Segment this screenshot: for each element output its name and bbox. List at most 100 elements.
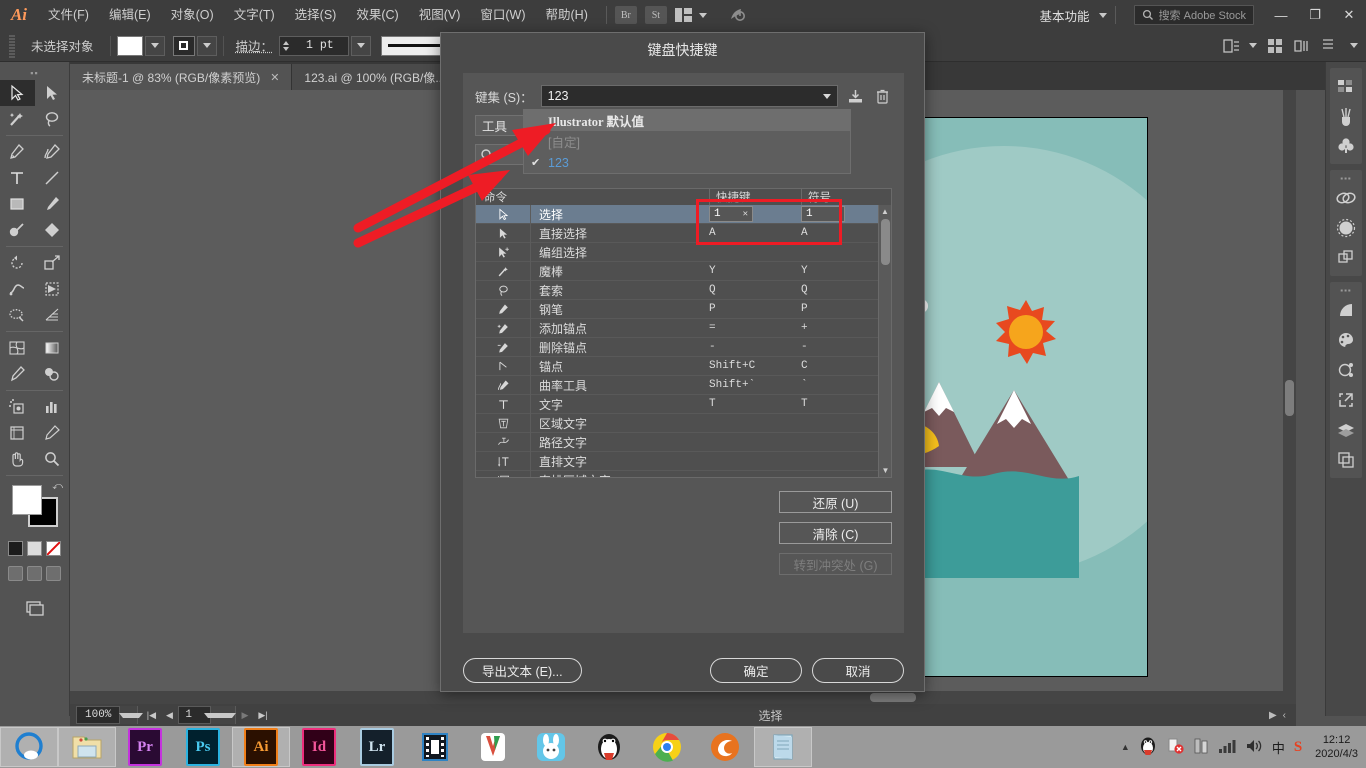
color-guide-panel-icon[interactable] [1330, 355, 1362, 385]
tool-free-transform[interactable] [35, 276, 70, 302]
table-row[interactable]: 直排区域文字 [476, 471, 879, 477]
zoom-level-field[interactable]: 100% [76, 706, 138, 724]
tool-mesh[interactable] [0, 335, 35, 361]
row-symbol[interactable]: Y [801, 265, 877, 277]
chevron-down-icon[interactable] [1350, 43, 1358, 48]
ok-button[interactable]: 确定 [710, 658, 802, 683]
links-panel-icon[interactable] [1330, 183, 1362, 213]
layers-panel-icon[interactable] [1330, 415, 1362, 445]
row-symbol[interactable]: ` [801, 379, 877, 391]
table-row[interactable]: 区域文字 [476, 414, 879, 433]
status-menu-button[interactable]: ▶ [1269, 710, 1277, 721]
scrollbar-thumb[interactable] [881, 219, 890, 265]
tool-curvature[interactable] [35, 139, 70, 165]
tool-shaper[interactable] [0, 217, 35, 243]
keyset-dropdown-list[interactable]: Illustrator 默认值 [自定] ✔ 123 [523, 109, 851, 174]
minimize-button[interactable]: — [1264, 0, 1298, 30]
tool-eyedropper[interactable] [0, 361, 35, 387]
status-resize-handle[interactable]: ‹ [1283, 710, 1286, 721]
table-row[interactable]: 编组选择 [476, 243, 879, 262]
previous-artboard-button[interactable]: ◀ [160, 706, 178, 724]
tool-line-segment[interactable] [35, 165, 70, 191]
draw-normal-icon[interactable] [8, 566, 23, 581]
row-shortcut[interactable]: Shift+C [709, 360, 801, 372]
save-icon[interactable] [846, 86, 865, 106]
artboard[interactable] [908, 117, 1148, 677]
document-setup-icon[interactable] [1223, 38, 1257, 54]
row-shortcut[interactable]: T [709, 398, 801, 410]
tools-panel-grip[interactable]: ▪▪ [0, 66, 69, 80]
export-panel-icon[interactable] [1330, 385, 1362, 415]
artboards-panel-icon[interactable] [1330, 445, 1362, 475]
taskbar-clock[interactable]: 12:12 2020/4/3 [1311, 733, 1358, 761]
network-icon[interactable] [1218, 738, 1236, 757]
table-row[interactable]: 套索 Q Q [476, 281, 879, 300]
row-shortcut[interactable]: P [709, 303, 801, 315]
table-row[interactable]: 文字 T T [476, 395, 879, 414]
tool-rotate[interactable] [0, 250, 35, 276]
document-tab-1[interactable]: 未标题-1 @ 83% (RGB/像素预览) ✕ [70, 64, 292, 90]
swatches-panel-icon[interactable] [1330, 71, 1362, 101]
taskbar-photoshop[interactable]: Ps [174, 727, 232, 767]
trash-icon[interactable] [873, 86, 892, 106]
menu-type[interactable]: 文字(T) [224, 0, 285, 30]
volume-icon[interactable] [1245, 738, 1263, 757]
menu-select[interactable]: 选择(S) [285, 0, 347, 30]
taskbar-chrome[interactable] [638, 727, 696, 767]
canvas-horizontal-scrollbar[interactable] [70, 691, 1296, 704]
scroll-up-icon[interactable]: ▲ [879, 205, 891, 218]
panel-menu-icon[interactable] [1321, 37, 1335, 54]
tool-magic-wand[interactable] [0, 106, 35, 132]
row-shortcut[interactable]: Q [709, 284, 801, 296]
control-bar-grip[interactable] [6, 34, 18, 58]
row-symbol[interactable]: - [801, 341, 877, 353]
tool-symbol-sprayer[interactable] [0, 394, 35, 420]
usb-icon[interactable] [1193, 737, 1209, 758]
dropdown-option-123[interactable]: ✔ 123 [524, 152, 850, 173]
taskbar-rabbit[interactable] [522, 727, 580, 767]
scrollbar-thumb[interactable] [870, 693, 916, 702]
menu-window[interactable]: 窗口(W) [470, 0, 535, 30]
document-tab-2[interactable]: 123.ai @ 100% (RGB/像... [292, 64, 458, 90]
first-artboard-button[interactable]: |◀ [142, 706, 160, 724]
table-row[interactable]: 路径文字 [476, 433, 879, 452]
tool-slice[interactable] [35, 420, 70, 446]
export-text-button[interactable]: 导出文本 (E)... [463, 658, 582, 683]
canvas-vertical-scrollbar[interactable] [1283, 90, 1296, 704]
tool-hand[interactable] [0, 446, 35, 472]
stroke-weight-label[interactable]: 描边： [230, 36, 280, 55]
taskbar-qq[interactable] [580, 727, 638, 767]
none-button[interactable] [46, 541, 61, 556]
taskbar-indesign[interactable]: Id [290, 727, 348, 767]
close-icon[interactable]: ✕ [270, 71, 279, 84]
taskbar-qq-browser[interactable] [0, 727, 58, 767]
taskbar-firefox[interactable] [696, 727, 754, 767]
keyset-select[interactable]: 123 [541, 85, 839, 107]
table-row[interactable]: 钢笔 P P [476, 300, 879, 319]
menu-effect[interactable]: 效果(C) [346, 0, 408, 30]
row-symbol[interactable]: + [801, 322, 877, 334]
scroll-down-icon[interactable]: ▼ [879, 464, 892, 477]
undo-button[interactable]: 还原 (U) [779, 491, 892, 513]
tool-shape-builder[interactable] [0, 302, 35, 328]
stroke-weight-field[interactable]: 1 pt [279, 36, 349, 56]
next-artboard-button[interactable]: ▶ [236, 706, 254, 724]
gradient-panel-icon[interactable] [1330, 295, 1362, 325]
row-shortcut[interactable]: Y [709, 265, 801, 277]
tool-artboard[interactable] [0, 420, 35, 446]
stroke-color-swatch[interactable] [173, 36, 195, 56]
taskbar-media-encoder[interactable] [406, 727, 464, 767]
brushes-panel-icon[interactable] [1330, 101, 1362, 131]
row-symbol[interactable]: T [801, 398, 877, 410]
security-icon[interactable] [1166, 737, 1184, 758]
cancel-button[interactable]: 取消 [812, 658, 904, 683]
clear-button[interactable]: 清除 (C) [779, 522, 892, 544]
taskbar-premiere[interactable]: Pr [116, 727, 174, 767]
qq-penguin-icon[interactable] [1139, 736, 1157, 759]
fill-color-swatch[interactable] [117, 36, 143, 56]
taskbar-wps[interactable] [464, 727, 522, 767]
table-scrollbar[interactable]: ▲ ▼ [878, 205, 891, 477]
zoom-dropdown-button[interactable] [119, 706, 137, 724]
draw-behind-icon[interactable] [27, 566, 42, 581]
pathfinder-panel-icon[interactable] [1330, 243, 1362, 273]
